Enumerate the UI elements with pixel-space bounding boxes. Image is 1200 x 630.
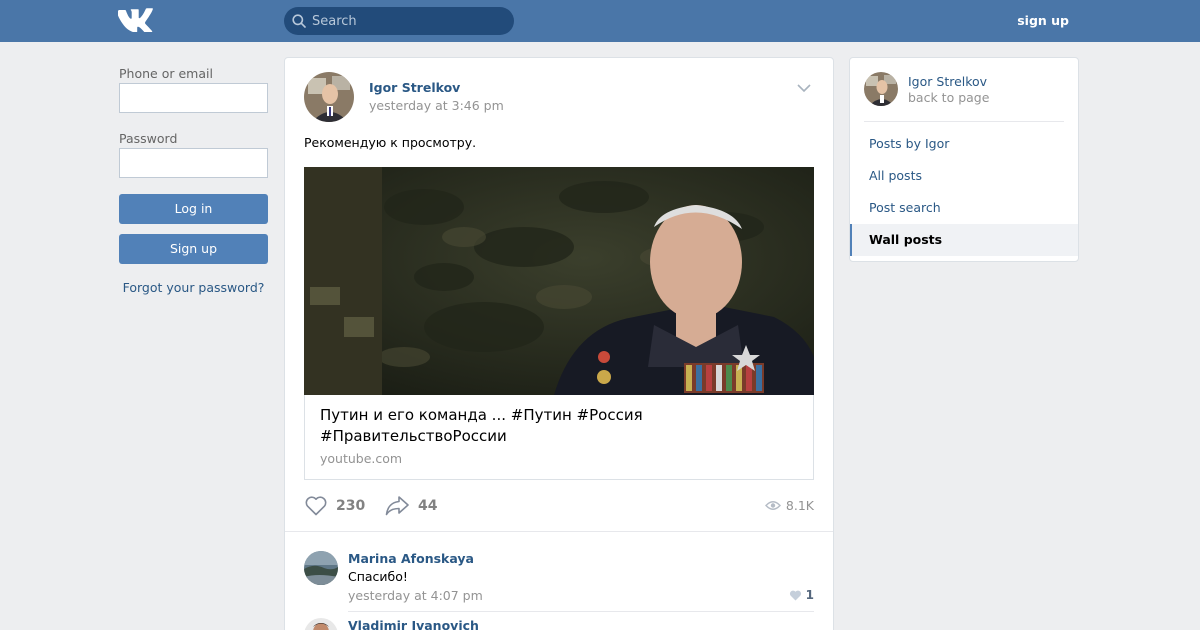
comment-like-button[interactable]: 1 [789, 588, 814, 602]
comment-author[interactable]: Vladimir Ivanovich [348, 618, 479, 630]
share-count: 44 [418, 497, 438, 514]
comment-text: Спасибо! [348, 569, 408, 584]
sidebar-divider [864, 121, 1064, 122]
forgot-password-link[interactable]: Forgot your password? [119, 280, 268, 295]
heart-icon [789, 590, 801, 600]
comment-avatar[interactable] [304, 618, 338, 630]
phone-email-field[interactable] [119, 83, 268, 113]
search-box[interactable] [284, 7, 514, 35]
signup-button[interactable]: Sign up [119, 234, 268, 264]
post-card: Igor Strelkov yesterday at 3:46 pm Реком… [284, 57, 834, 630]
share-button[interactable]: 44 [385, 495, 437, 516]
wall-menu: Posts by Igor All posts Post search Wall… [850, 128, 1078, 256]
phone-label: Phone or email [119, 66, 213, 81]
views-counter: 8.1K [764, 498, 814, 513]
search-input[interactable] [312, 7, 508, 35]
author-avatar[interactable] [304, 72, 354, 122]
menu-item-wall-posts[interactable]: Wall posts [850, 224, 1078, 256]
heart-icon [305, 496, 327, 516]
comment-like-count: 1 [805, 588, 814, 602]
chevron-down-icon[interactable] [797, 84, 811, 93]
video-thumbnail[interactable] [304, 167, 814, 395]
link-title[interactable]: Путин и его команда ... #Путин #Россия #… [320, 405, 790, 447]
views-count: 8.1K [785, 498, 814, 513]
menu-item-all-posts[interactable]: All posts [850, 160, 1078, 192]
sidebar-avatar[interactable] [864, 72, 898, 106]
post-text: Рекомендую к просмотру. [304, 135, 477, 150]
top-bar: sign up [0, 0, 1200, 42]
share-icon [385, 496, 409, 516]
comment-avatar[interactable] [304, 551, 338, 585]
password-label: Password [119, 131, 178, 146]
post-divider [285, 531, 833, 532]
sign-up-link[interactable]: sign up [1017, 13, 1069, 28]
post-author[interactable]: Igor Strelkov [369, 80, 460, 95]
link-preview[interactable]: Путин и его команда ... #Путин #Россия #… [304, 395, 814, 480]
login-form: Phone or email Password Log in Sign up F… [119, 66, 268, 295]
post-actions: 230 44 8.1K [304, 495, 814, 519]
back-to-page-link[interactable]: back to page [908, 90, 989, 105]
wall-sidebar: Igor Strelkov back to page Posts by Igor… [849, 57, 1079, 262]
menu-item-post-search[interactable]: Post search [850, 192, 1078, 224]
search-icon [292, 14, 306, 28]
link-source: youtube.com [320, 451, 403, 466]
like-button[interactable]: 230 [304, 495, 365, 516]
comment-divider [348, 611, 814, 612]
password-field[interactable] [119, 148, 268, 178]
comment-author[interactable]: Marina Afonskaya [348, 551, 474, 566]
comment-time[interactable]: yesterday at 4:07 pm [348, 588, 483, 603]
post-time[interactable]: yesterday at 3:46 pm [369, 98, 504, 113]
like-count: 230 [336, 497, 366, 514]
login-button[interactable]: Log in [119, 194, 268, 224]
menu-item-posts-by-igor[interactable]: Posts by Igor [850, 128, 1078, 160]
sidebar-name[interactable]: Igor Strelkov [908, 74, 987, 89]
vk-logo-icon[interactable] [118, 8, 154, 32]
eye-icon [764, 501, 781, 510]
